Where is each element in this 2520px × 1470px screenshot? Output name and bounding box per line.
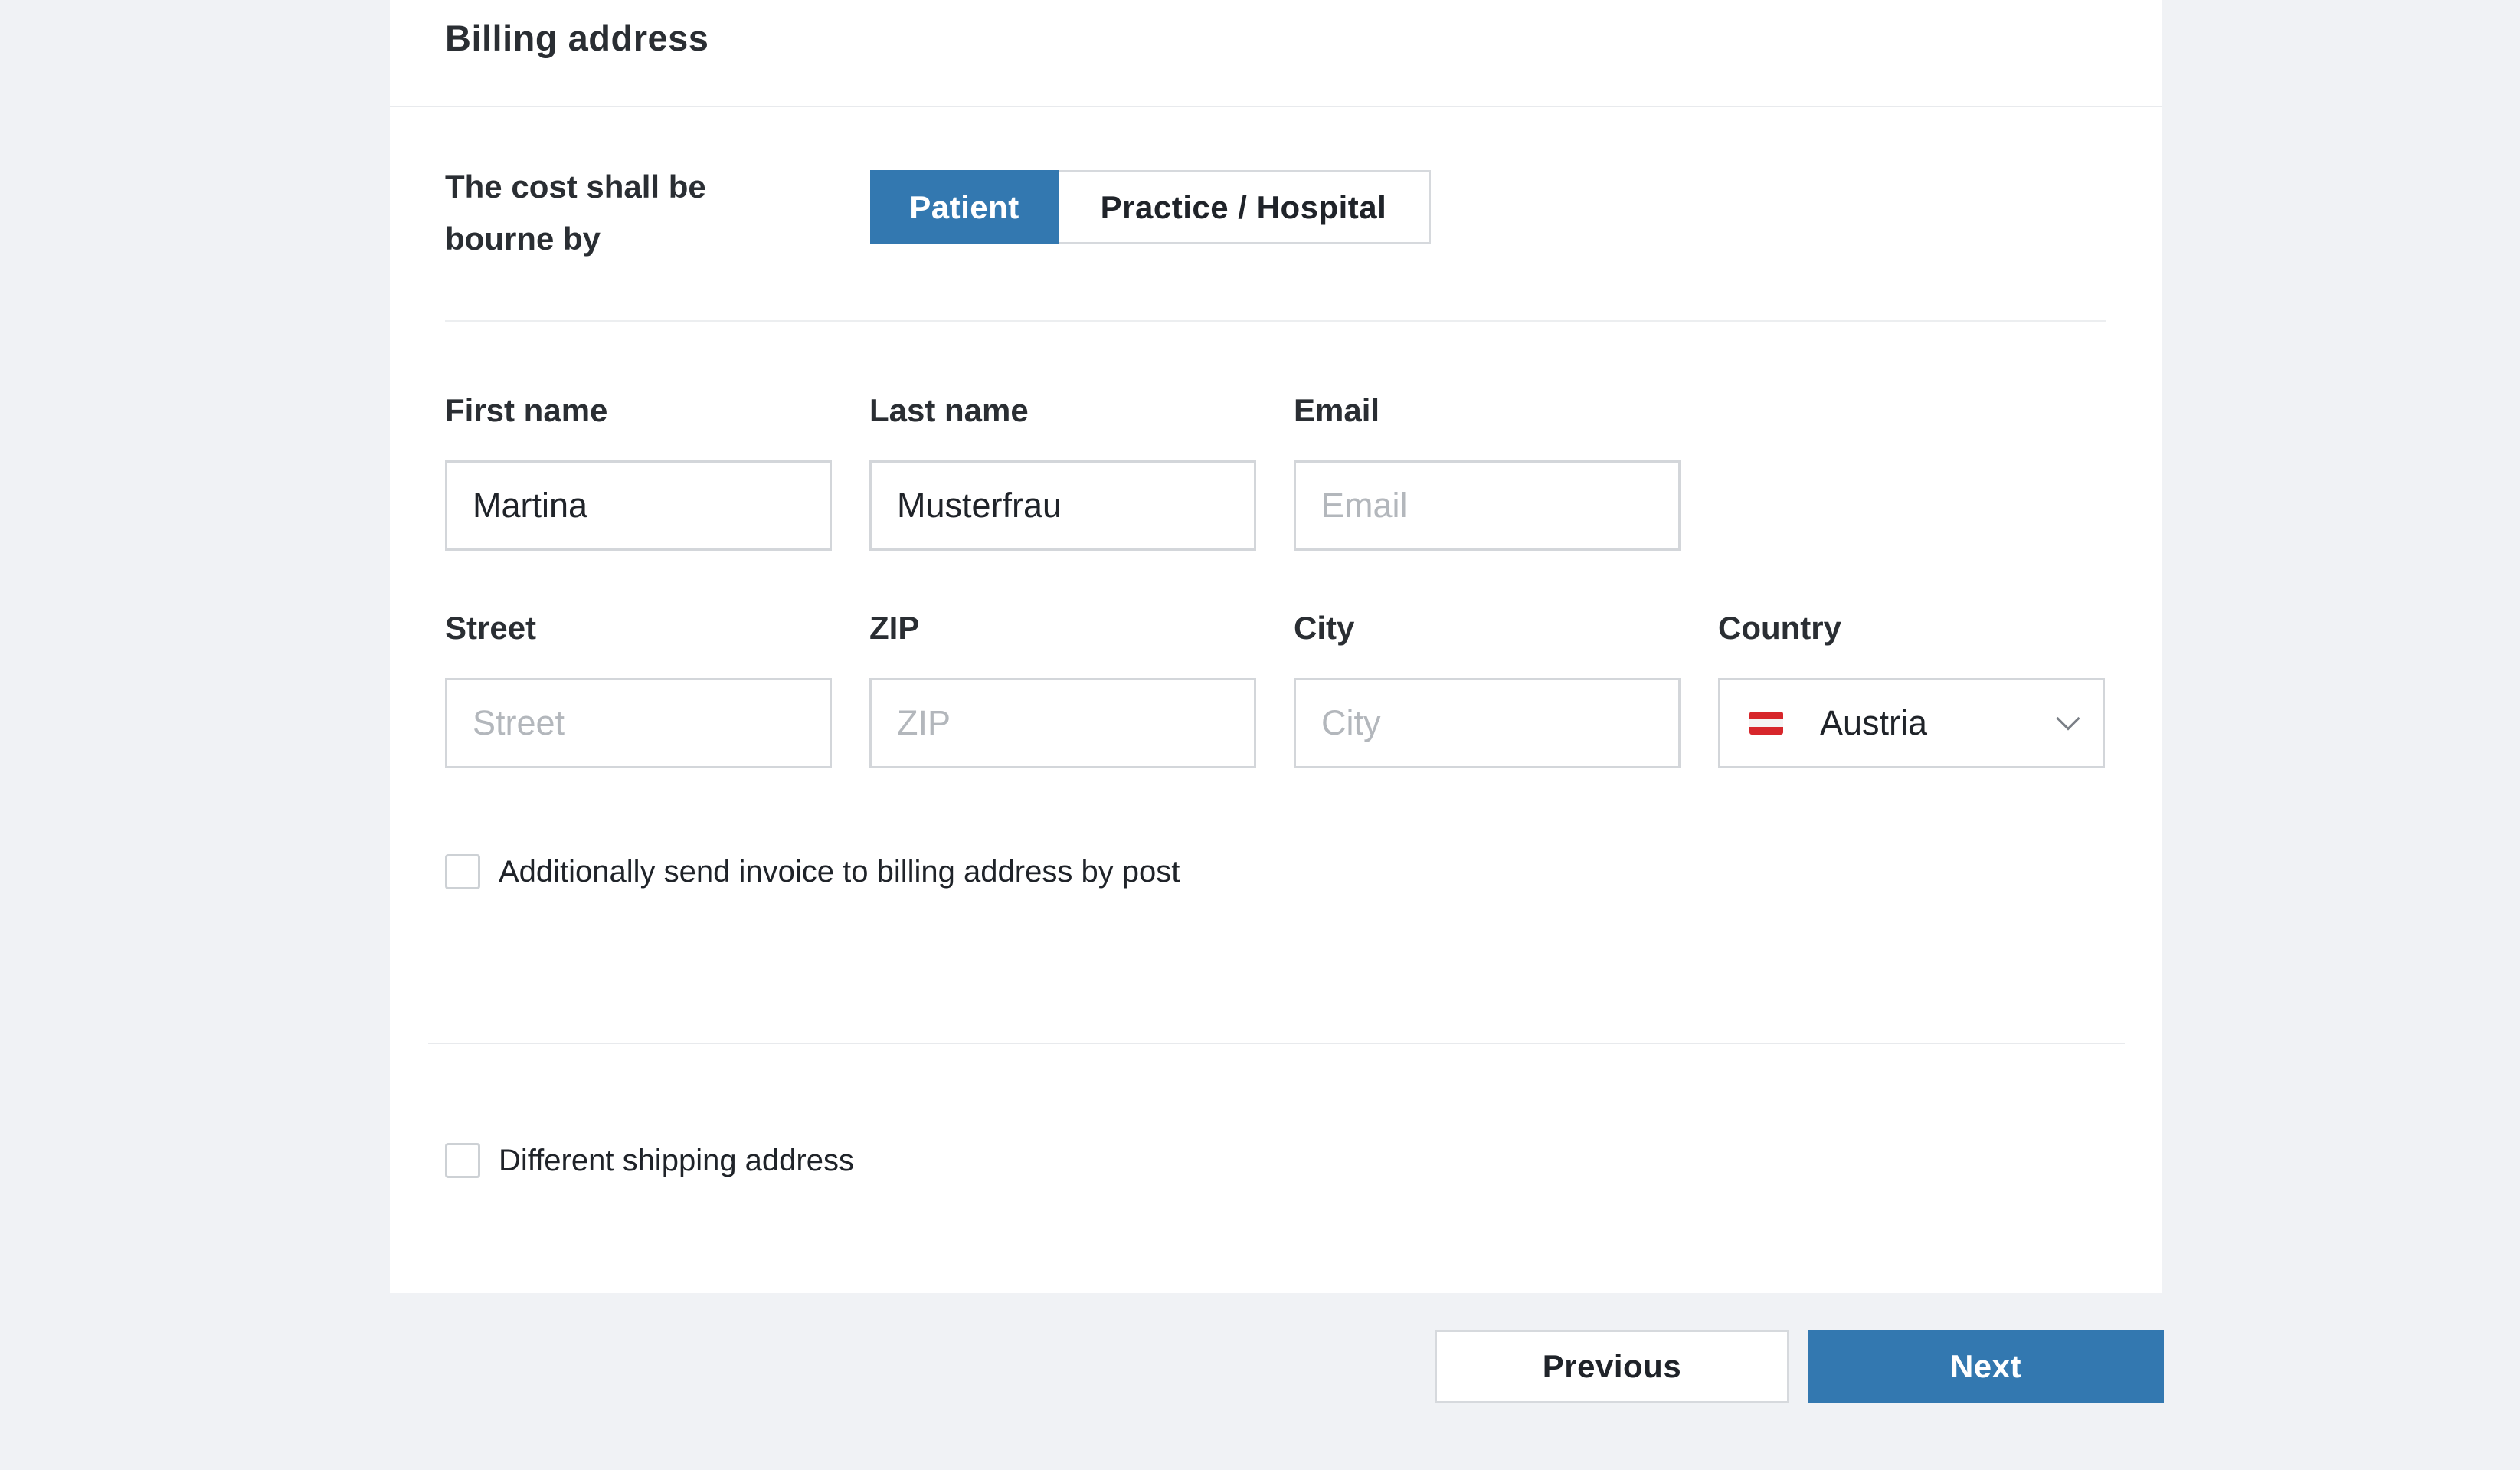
city-field: City <box>1294 609 1681 768</box>
country-label: Country <box>1718 610 1841 646</box>
zip-field: ZIP <box>869 609 1256 768</box>
shipping-divider <box>428 1043 2125 1044</box>
zip-input[interactable] <box>869 678 1256 768</box>
different-shipping-checkbox[interactable] <box>445 1143 480 1178</box>
cost-bearer-toggle: Patient Practice / Hospital <box>870 170 1431 244</box>
email-label: Email <box>1294 392 1380 428</box>
card-header: Billing address <box>390 0 2162 107</box>
billing-card: Billing address The cost shall be bourne… <box>390 0 2162 1293</box>
different-shipping-option[interactable]: Different shipping address <box>445 1143 854 1178</box>
city-input[interactable] <box>1294 678 1681 768</box>
first-name-input[interactable] <box>445 460 832 551</box>
last-name-field: Last name <box>869 391 1256 551</box>
send-by-post-option[interactable]: Additionally send invoice to billing add… <box>445 854 1180 889</box>
chevron-down-icon <box>2056 706 2080 731</box>
first-name-label: First name <box>445 392 608 428</box>
country-select[interactable]: Austria <box>1718 678 2105 768</box>
email-input[interactable] <box>1294 460 1681 551</box>
send-by-post-checkbox[interactable] <box>445 854 480 889</box>
send-by-post-label: Additionally send invoice to billing add… <box>499 854 1180 889</box>
last-name-label: Last name <box>869 392 1029 428</box>
austria-flag-icon <box>1749 712 1783 735</box>
email-field: Email <box>1294 391 1681 551</box>
zip-label: ZIP <box>869 610 920 646</box>
cost-bearer-label: The cost shall be bourne by <box>445 169 706 257</box>
street-input[interactable] <box>445 678 832 768</box>
patient-option-button[interactable]: Patient <box>870 170 1059 244</box>
city-label: City <box>1294 610 1355 646</box>
previous-button[interactable]: Previous <box>1435 1330 1789 1403</box>
country-value: Austria <box>1820 703 1928 742</box>
next-button[interactable]: Next <box>1808 1330 2164 1403</box>
last-name-input[interactable] <box>869 460 1256 551</box>
section-divider <box>445 320 2106 322</box>
practice-hospital-option-button[interactable]: Practice / Hospital <box>1059 170 1431 244</box>
country-field: Country Austria <box>1718 609 2105 768</box>
street-label: Street <box>445 610 537 646</box>
billing-title: Billing address <box>445 18 709 58</box>
first-name-field: First name <box>445 391 832 551</box>
street-field: Street <box>445 609 832 768</box>
different-shipping-label: Different shipping address <box>499 1143 854 1177</box>
